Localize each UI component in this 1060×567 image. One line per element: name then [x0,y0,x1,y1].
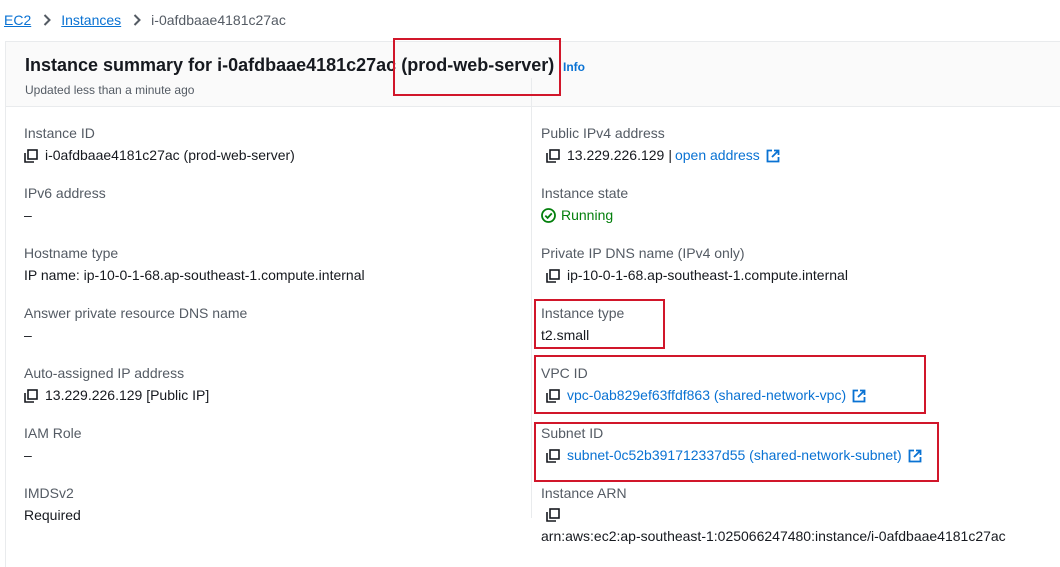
column-divider [531,78,532,518]
iam-role-field: IAM Role – [24,425,82,464]
chevron-right-icon [133,14,142,26]
instance-id-value: i-0afdbaae4181c27ac (prod-web-server) [45,147,295,163]
imdsv2-value: Required [24,507,81,523]
highlight-box-vpc [534,355,926,414]
title-prefix: Instance summary for i-0afdbaae4181c27ac [25,55,397,75]
separator: | [668,147,672,163]
highlight-box-instance-type [534,299,665,349]
public-ipv4-label: Public IPv4 address [541,125,665,141]
ipv6-field: IPv6 address – [24,185,106,224]
iam-role-value: – [24,447,32,463]
copy-icon[interactable] [24,388,38,403]
open-address-link[interactable]: open address [675,147,760,164]
copy-icon[interactable] [546,148,560,163]
hostname-type-field: Hostname type IP name: ip-10-0-1-68.ap-s… [24,245,365,284]
instance-id-label: Instance ID [24,125,95,141]
hostname-type-label: Hostname type [24,245,119,261]
info-link[interactable]: Info [563,60,585,74]
hostname-type-value: IP name: ip-10-0-1-68.ap-southeast-1.com… [24,267,365,283]
private-dns-value: ip-10-0-1-68.ap-southeast-1.compute.inte… [567,267,848,283]
iam-role-label: IAM Role [24,425,82,441]
answer-dns-value: – [24,327,32,343]
auto-ip-value: 13.229.226.129 [Public IP] [45,387,210,403]
imdsv2-label: IMDSv2 [24,485,74,501]
copy-icon[interactable] [546,508,560,522]
auto-ip-label: Auto-assigned IP address [24,365,185,381]
breadcrumb: EC2 Instances i-0afdbaae4181c27ac [0,0,1060,40]
breadcrumb-ec2-link[interactable]: EC2 [4,12,31,28]
external-link-icon[interactable] [766,149,780,163]
breadcrumb-current: i-0afdbaae4181c27ac [151,12,286,28]
auto-ip-field: Auto-assigned IP address 13.229.226.129 … [24,365,209,404]
private-dns-label: Private IP DNS name (IPv4 only) [541,245,745,261]
ipv6-label: IPv6 address [24,185,106,201]
highlight-box-subnet [534,422,939,482]
copy-icon[interactable] [24,148,38,163]
instance-id-field: Instance ID i-0afdbaae4181c27ac (prod-we… [24,125,295,164]
ipv6-value: – [24,207,32,223]
public-ipv4-value: 13.229.226.129 [567,147,665,163]
instance-state-label: Instance state [541,185,629,201]
breadcrumb-instances-link[interactable]: Instances [61,12,121,28]
check-circle-icon [541,208,556,223]
instance-arn-value: arn:aws:ec2:ap-southeast-1:025066247480:… [541,528,1006,544]
answer-dns-field: Answer private resource DNS name – [24,305,247,344]
instance-state-field: Instance state Running [541,185,628,224]
imdsv2-field: IMDSv2 Required [24,485,81,524]
status-badge: Running [541,207,613,224]
highlight-box-title [393,38,561,96]
copy-icon[interactable] [546,268,560,283]
instance-state-value: Running [561,207,614,223]
instance-arn-label: Instance ARN [541,485,627,501]
private-dns-field: Private IP DNS name (IPv4 only) ip-10-0-… [541,245,848,284]
updated-timestamp: Updated less than a minute ago [25,83,195,97]
public-ipv4-field: Public IPv4 address 13.229.226.129 | ope… [541,125,780,164]
chevron-right-icon [43,14,52,26]
answer-dns-label: Answer private resource DNS name [24,305,248,321]
instance-arn-field: Instance ARN arn:aws:ec2:ap-southeast-1:… [541,485,1006,545]
